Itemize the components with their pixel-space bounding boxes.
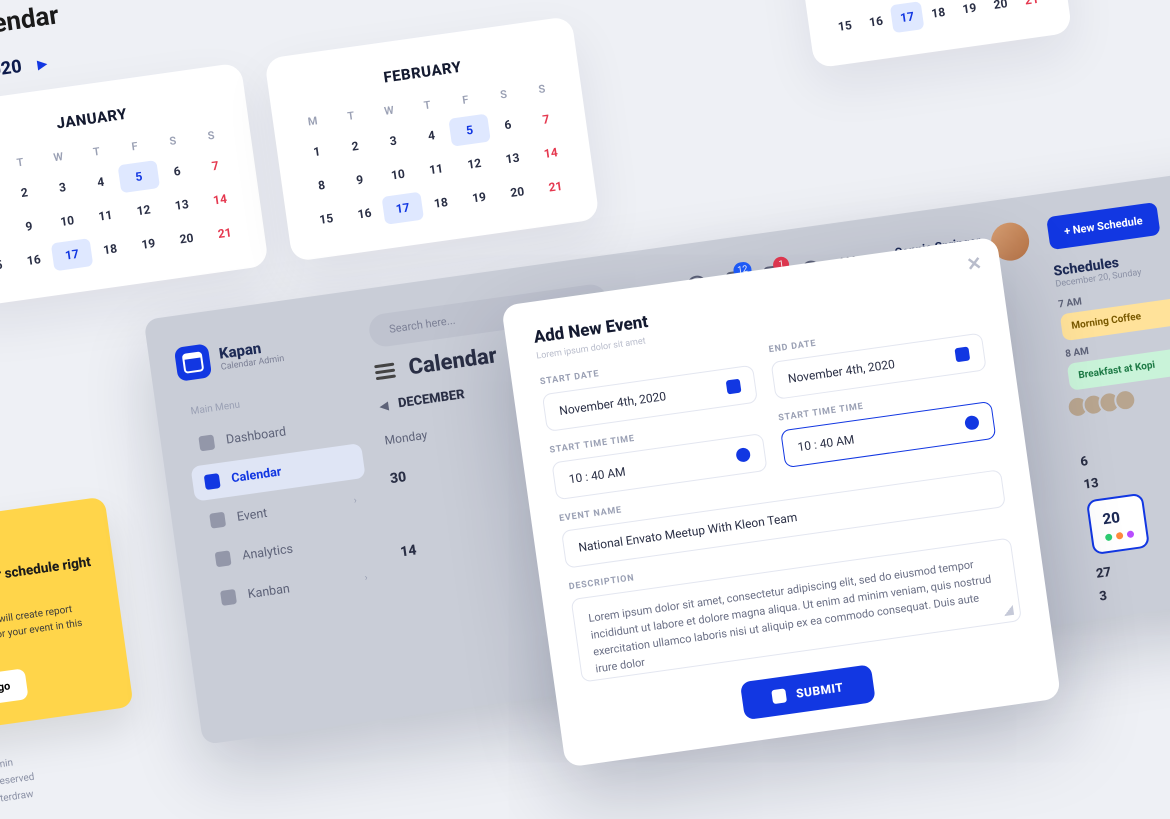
day-cell[interactable]: 7 bbox=[525, 103, 567, 136]
day-cell[interactable]: 8 bbox=[301, 169, 343, 202]
board-icon bbox=[220, 589, 237, 606]
day-cell[interactable]: 6 bbox=[487, 108, 529, 141]
year-label: 2020 bbox=[0, 56, 23, 83]
close-icon[interactable]: ✕ bbox=[965, 253, 983, 276]
day-cell[interactable]: 5 bbox=[118, 160, 160, 193]
chart-icon bbox=[215, 550, 232, 567]
day-cell[interactable]: 10 bbox=[377, 158, 419, 191]
day-cell[interactable]: 13 bbox=[492, 142, 534, 175]
menu-icon[interactable] bbox=[374, 360, 397, 384]
day-cell[interactable]: 12 bbox=[123, 194, 165, 227]
day-cell[interactable]: 17 bbox=[382, 192, 424, 225]
month-prev-icon[interactable]: ◀ bbox=[379, 399, 389, 413]
day-cell[interactable]: 4 bbox=[410, 119, 452, 152]
footer-credits: Kapan Calendar Admin © 2020 All Rights R… bbox=[0, 752, 38, 819]
day-cell[interactable]: 19 bbox=[952, 0, 987, 24]
day-cell[interactable]: 14 bbox=[530, 137, 572, 170]
day-cell[interactable]: 16 bbox=[13, 244, 55, 277]
day-cell[interactable]: 4 bbox=[80, 165, 122, 198]
day-cell[interactable]: 1 bbox=[296, 135, 338, 168]
promo-body: Our AI systems will create report automa… bbox=[0, 598, 107, 667]
day-cell[interactable]: 18 bbox=[420, 186, 462, 219]
day-cell[interactable]: 18 bbox=[89, 233, 131, 266]
month-card-january: JANUARY MTWTFSS 123456789101112131415161… bbox=[0, 62, 269, 308]
day-cell[interactable]: 17 bbox=[890, 1, 925, 33]
day-cell[interactable]: 2 bbox=[334, 130, 376, 163]
day-cell[interactable]: 13 bbox=[161, 188, 203, 221]
day-cell[interactable]: 15 bbox=[305, 202, 347, 235]
day-cell[interactable]: 19 bbox=[127, 227, 169, 260]
calendar-icon bbox=[954, 347, 970, 363]
day-cell[interactable]: 16 bbox=[343, 197, 385, 230]
day-cell[interactable]: 14 bbox=[199, 183, 241, 216]
month-label: DECEMBER bbox=[397, 387, 465, 411]
submit-button[interactable]: SUBMIT bbox=[740, 664, 876, 720]
day-cell[interactable]: 18 bbox=[921, 0, 956, 29]
day-cell[interactable]: 20 bbox=[496, 176, 538, 209]
day-cell[interactable]: 2 bbox=[3, 176, 45, 209]
month-grid[interactable]: 123456789101112131415161718192021 bbox=[818, 0, 1049, 42]
clock-icon bbox=[964, 415, 980, 431]
day-cell[interactable]: 12 bbox=[453, 147, 495, 180]
day-cell[interactable]: 6 bbox=[156, 155, 198, 188]
day-cell[interactable]: 20 bbox=[983, 0, 1018, 20]
year-next-icon[interactable]: ▶ bbox=[31, 55, 54, 72]
sidebar: Kapan Calendar Admin Main Menu Dashboard… bbox=[168, 310, 403, 742]
clock-icon bbox=[735, 447, 751, 463]
day-cell[interactable]: 11 bbox=[415, 153, 457, 186]
calendar-icon bbox=[204, 473, 221, 490]
bolt-icon bbox=[209, 512, 226, 529]
brand-icon bbox=[174, 343, 212, 381]
month-card-february: FEBRUARY MTWTFSS 12345678910111213141516… bbox=[264, 16, 600, 262]
day-cell[interactable]: 3 bbox=[41, 171, 83, 204]
chevron-right-icon: › bbox=[364, 572, 369, 583]
day-cell[interactable]: 11 bbox=[84, 199, 126, 232]
day-cell[interactable]: 9 bbox=[854, 0, 889, 4]
day-cell[interactable]: 15 bbox=[827, 10, 862, 42]
day-cell[interactable]: 5 bbox=[449, 114, 491, 147]
day-cell[interactable]: 19 bbox=[458, 181, 500, 214]
day-cell[interactable]: 20 bbox=[166, 222, 208, 255]
day-cell[interactable]: 16 bbox=[859, 5, 894, 37]
weekday-monday: Monday bbox=[384, 428, 428, 448]
page-title: Calendar bbox=[0, 0, 61, 44]
day-cell[interactable]: 8 bbox=[823, 0, 858, 8]
brand: Kapan Calendar Admin bbox=[174, 324, 349, 382]
day-cell[interactable]: 3 bbox=[372, 124, 414, 157]
day-cell[interactable]: 10 bbox=[46, 204, 88, 237]
new-schedule-button[interactable]: + New Schedule bbox=[1046, 202, 1161, 250]
page-title: Calendar bbox=[407, 343, 498, 380]
add-event-modal: ✕ Add New Event Lorem ipsum dolor sit am… bbox=[501, 237, 1061, 768]
day-cell[interactable]: 7 bbox=[194, 149, 236, 182]
day-cell[interactable]: 9 bbox=[339, 163, 381, 196]
day-cell[interactable]: 21 bbox=[1014, 0, 1049, 16]
chevron-right-icon: › bbox=[353, 495, 358, 506]
home-icon bbox=[198, 434, 215, 451]
day-cell[interactable]: 21 bbox=[204, 217, 246, 250]
calendar-icon bbox=[726, 379, 742, 395]
save-icon bbox=[771, 688, 787, 704]
day-cell[interactable]: 21 bbox=[534, 170, 576, 203]
month-grid[interactable]: 123456789101112131415161718192021 bbox=[0, 149, 246, 282]
promo-cta-button[interactable]: OK, Lets go bbox=[0, 669, 28, 712]
day-cell[interactable]: 9 bbox=[8, 210, 50, 243]
promo-card: Manage your schedule right now Our AI sy… bbox=[0, 496, 134, 736]
day-cell[interactable]: 17 bbox=[51, 238, 93, 271]
selected-day[interactable]: 20 bbox=[1086, 493, 1150, 555]
